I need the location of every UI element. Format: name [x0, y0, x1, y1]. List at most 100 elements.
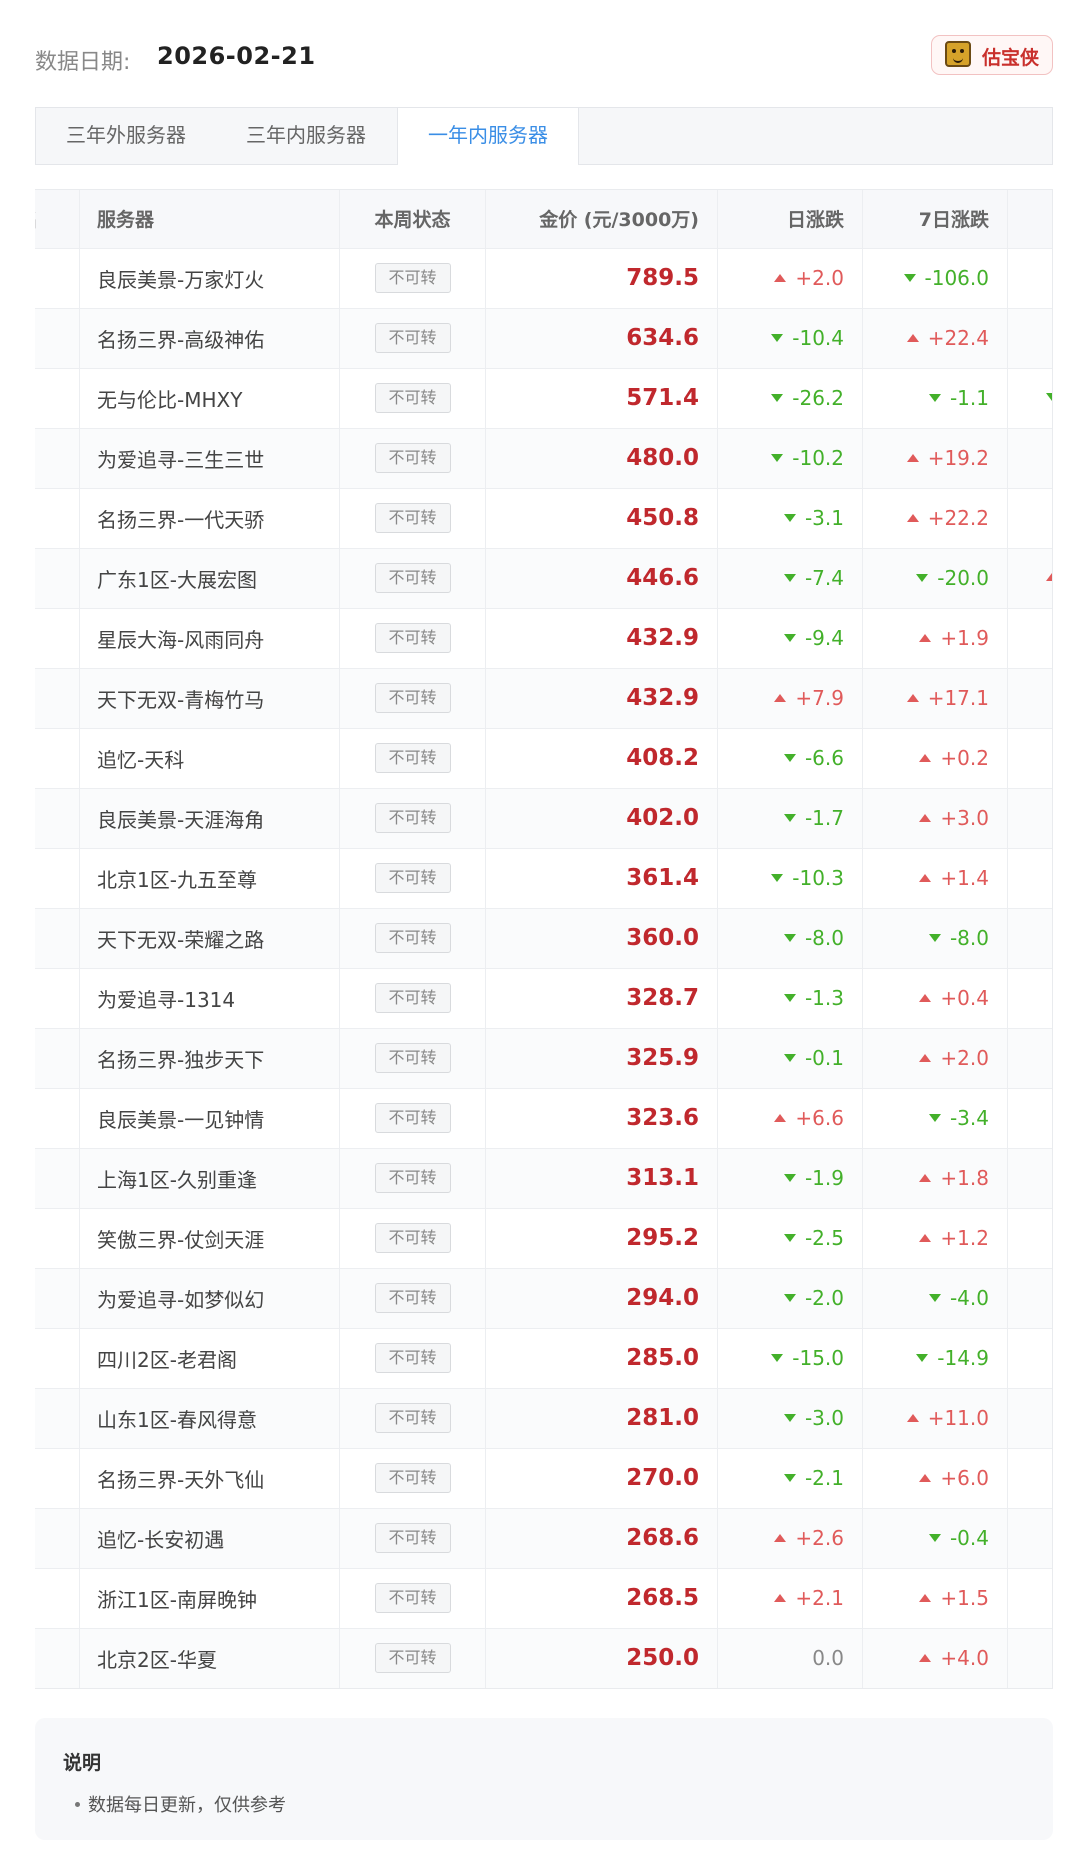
table-row[interactable]: 良辰美景-万家灯火 不可转 789.5 +2.0 -106.0 [35, 248, 1052, 308]
tab-within-three-years[interactable]: 三年内服务器 [216, 108, 396, 163]
day-change: +2.0 [717, 248, 863, 308]
server-name[interactable]: 名扬三界-高级神佑 [79, 308, 340, 368]
status-badge: 不可转 [374, 1283, 451, 1313]
server-name[interactable]: 良辰美景-天涯海角 [79, 788, 340, 848]
server-name[interactable]: 广东1区-大展宏图 [79, 548, 340, 608]
triangle-up-icon [919, 993, 932, 1002]
week-change-text: +2.0 [940, 1046, 989, 1070]
column-header-week-change[interactable]: 7日涨跌 [862, 190, 1008, 248]
server-name[interactable]: 良辰美景-万家灯火 [79, 248, 340, 308]
status-cell: 不可转 [339, 1388, 486, 1448]
rank-cell [35, 1508, 80, 1568]
triangle-down-icon [783, 1173, 796, 1182]
overflow-cell [1007, 1028, 1052, 1088]
table-row[interactable]: 名扬三界-天外飞仙 不可转 270.0 -2.1 +6.0 [35, 1448, 1052, 1508]
table-row[interactable]: 良辰美景-一见钟情 不可转 323.6 +6.6 -3.4 [35, 1088, 1052, 1148]
column-header-server[interactable]: 服务器 [79, 190, 340, 248]
server-name[interactable]: 北京1区-九五至尊 [79, 848, 340, 908]
table-row[interactable]: 追忆-天科 不可转 408.2 -6.6 +0.2 [35, 728, 1052, 788]
table-row[interactable]: 上海1区-久别重逢 不可转 313.1 -1.9 +1.8 [35, 1148, 1052, 1208]
triangle-down-icon [783, 633, 796, 642]
server-name[interactable]: 名扬三界-天外飞仙 [79, 1448, 340, 1508]
server-name[interactable]: 上海1区-久别重逢 [79, 1148, 340, 1208]
column-header-status[interactable]: 本周状态 [339, 190, 486, 248]
server-name[interactable]: 名扬三界-独步天下 [79, 1028, 340, 1088]
triangle-down-icon [1046, 393, 1052, 401]
table-row[interactable]: 山东1区-春风得意 不可转 281.0 -3.0 +11.0 [35, 1388, 1052, 1448]
server-name[interactable]: 天下无双-荣耀之路 [79, 908, 340, 968]
table-row[interactable]: 名扬三界-独步天下 不可转 325.9 -0.1 +2.0 [35, 1028, 1052, 1088]
table-row[interactable]: 浙江1区-南屏晚钟 不可转 268.5 +2.1 +1.5 [35, 1568, 1052, 1628]
status-cell: 不可转 [339, 428, 486, 488]
table-row[interactable]: 北京1区-九五至尊 不可转 361.4 -10.3 +1.4 [35, 848, 1052, 908]
table-row[interactable]: 名扬三界-一代天骄 不可转 450.8 -3.1 +22.2 [35, 488, 1052, 548]
server-name[interactable]: 良辰美景-一见钟情 [79, 1088, 340, 1148]
server-name[interactable]: 为爱追寻-三生三世 [79, 428, 340, 488]
status-cell: 不可转 [339, 1268, 486, 1328]
table-row[interactable]: 星辰大海-风雨同舟 不可转 432.9 -9.4 +1.9 [35, 608, 1052, 668]
day-change-text: -2.0 [804, 1286, 844, 1310]
triangle-down-icon [928, 1533, 941, 1542]
server-name[interactable]: 笑傲三界-仗剑天涯 [79, 1208, 340, 1268]
server-name[interactable]: 四川2区-老君阁 [79, 1328, 340, 1388]
overflow-cell [1007, 968, 1052, 1028]
price-table-container[interactable]: 名 服务器 本周状态 金价 (元/3000万) 日涨跌 7日涨跌 良辰美景-万家… [35, 189, 1053, 1689]
table-row[interactable]: 为爱追寻-1314 不可转 328.7 -1.3 +0.4 [35, 968, 1052, 1028]
rank-cell [35, 248, 80, 308]
week-change-text: -20.0 [937, 566, 989, 590]
table-row[interactable]: 名扬三界-高级神佑 不可转 634.6 -10.4 +22.4 [35, 308, 1052, 368]
server-name[interactable]: 名扬三界-一代天骄 [79, 488, 340, 548]
triangle-up-icon [774, 693, 787, 702]
server-name[interactable]: 天下无双-青梅竹马 [79, 668, 340, 728]
week-change: +6.0 [862, 1448, 1008, 1508]
table-row[interactable]: 追忆-长安初遇 不可转 268.6 +2.6 -0.4 [35, 1508, 1052, 1568]
table-row[interactable]: 无与伦比-MHXY 不可转 571.4 -26.2 -1.1 [35, 368, 1052, 428]
week-change-text: +1.5 [940, 1586, 989, 1610]
day-change-text: -7.4 [804, 566, 844, 590]
week-change: +2.0 [862, 1028, 1008, 1088]
overflow-cell [1007, 1268, 1052, 1328]
week-change: -0.4 [862, 1508, 1008, 1568]
brand-badge[interactable]: 估宝侠 [931, 35, 1053, 75]
table-row[interactable]: 为爱追寻-如梦似幻 不可转 294.0 -2.0 -4.0 [35, 1268, 1052, 1328]
week-change-text: +11.0 [927, 1406, 989, 1430]
week-change: +0.2 [862, 728, 1008, 788]
server-name[interactable]: 为爱追寻-1314 [79, 968, 340, 1028]
day-change-text: +2.1 [795, 1586, 844, 1610]
server-name[interactable]: 浙江1区-南屏晚钟 [79, 1568, 340, 1628]
table-row[interactable]: 北京2区-华夏 不可转 250.0 0.0 +4.0 [35, 1628, 1052, 1688]
server-name[interactable]: 星辰大海-风雨同舟 [79, 608, 340, 668]
day-change: -6.6 [717, 728, 863, 788]
triangle-down-icon [783, 933, 796, 942]
week-change: -20.0 [862, 548, 1008, 608]
day-change: -1.9 [717, 1148, 863, 1208]
table-row[interactable]: 良辰美景-天涯海角 不可转 402.0 -1.7 +3.0 [35, 788, 1052, 848]
overflow-cell [1007, 1568, 1052, 1628]
day-change-text: +6.6 [795, 1106, 844, 1130]
price-value: 268.5 [485, 1568, 718, 1628]
server-name[interactable]: 追忆-长安初遇 [79, 1508, 340, 1568]
table-row[interactable]: 天下无双-青梅竹马 不可转 432.9 +7.9 +17.1 [35, 668, 1052, 728]
status-badge: 不可转 [374, 1103, 451, 1133]
server-name[interactable]: 为爱追寻-如梦似幻 [79, 1268, 340, 1328]
overflow-cell [1007, 1148, 1052, 1208]
day-change-text: -2.5 [804, 1226, 844, 1250]
price-value: 313.1 [485, 1148, 718, 1208]
table-row[interactable]: 为爱追寻-三生三世 不可转 480.0 -10.2 +19.2 [35, 428, 1052, 488]
server-name[interactable]: 北京2区-华夏 [79, 1628, 340, 1688]
table-row[interactable]: 四川2区-老君阁 不可转 285.0 -15.0 -14.9 [35, 1328, 1052, 1388]
tab-over-three-years[interactable]: 三年外服务器 [36, 108, 216, 163]
triangle-up-icon [774, 273, 787, 282]
server-name[interactable]: 追忆-天科 [79, 728, 340, 788]
table-row[interactable]: 广东1区-大展宏图 不可转 446.6 -7.4 -20.0 [35, 548, 1052, 608]
table-row[interactable]: 天下无双-荣耀之路 不可转 360.0 -8.0 -8.0 [35, 908, 1052, 968]
column-header-day-change[interactable]: 日涨跌 [717, 190, 863, 248]
tab-within-one-year[interactable]: 一年内服务器 [397, 108, 579, 165]
table-row[interactable]: 笑傲三界-仗剑天涯 不可转 295.2 -2.5 +1.2 [35, 1208, 1052, 1268]
server-name[interactable]: 无与伦比-MHXY [79, 368, 340, 428]
server-name[interactable]: 山东1区-春风得意 [79, 1388, 340, 1448]
triangle-down-icon [771, 1353, 784, 1362]
notes-item: 数据每日更新，仅供参考 [75, 1791, 286, 1817]
column-header-price[interactable]: 金价 (元/3000万) [485, 190, 718, 248]
status-cell: 不可转 [339, 1028, 486, 1088]
